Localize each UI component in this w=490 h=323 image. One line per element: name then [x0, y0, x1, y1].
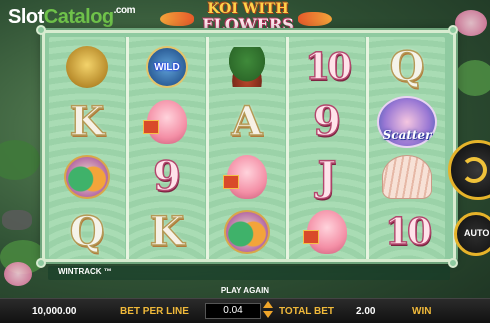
- symbol-10-text: 10: [384, 210, 433, 253]
- symbol-wild: WILD: [129, 39, 205, 94]
- symbol-10: 10: [369, 204, 445, 259]
- auto-play-label: AUTO: [464, 228, 490, 238]
- bet-adjust-arrows: [263, 301, 273, 321]
- symbol-9: 9: [129, 149, 205, 204]
- game-logo-line1: KOI WITH: [207, 1, 289, 17]
- slotcatalog-watermark: SlotCatalog.com: [8, 5, 136, 29]
- background-lilypad: [0, 140, 40, 180]
- lotus-bud-icon: [303, 209, 347, 254]
- background-lilypad: [455, 60, 490, 96]
- reel-3: A: [209, 37, 285, 259]
- symbol-9-text: 9: [312, 97, 341, 145]
- symbol-k-text: K: [69, 97, 105, 145]
- bet-per-line-label: BET PER LINE: [120, 306, 189, 317]
- symbol-scatter: Scatter: [369, 94, 445, 149]
- bet-increase-icon[interactable]: [263, 301, 273, 308]
- fan-shell-icon: [382, 154, 432, 199]
- reel-separator: [126, 37, 129, 259]
- wintrack-bar[interactable]: WINTRACK ™: [48, 266, 450, 280]
- love-birds-icon: [224, 209, 270, 254]
- symbol-10: 10: [289, 39, 365, 94]
- reel-frame: K Q WILD 9 K A 10 9 J Q Scatter 10: [42, 30, 456, 262]
- symbol-shell: [369, 149, 445, 204]
- watermark-part-catalog: Catalog: [43, 6, 114, 28]
- reel-4: 10 9 J: [289, 37, 365, 259]
- symbol-a-text: A: [231, 97, 263, 145]
- spin-arrow-icon: [461, 157, 487, 183]
- golden-frog-icon: [66, 45, 108, 88]
- watermark-part-com: .com: [113, 5, 136, 16]
- symbol-birds: [209, 204, 285, 259]
- lotus-bud-icon: [223, 154, 267, 199]
- symbol-k: K: [49, 94, 125, 149]
- frame-corner-ornament: [36, 258, 46, 268]
- play-again-message: PLAY AGAIN: [220, 286, 270, 295]
- symbol-9-text: 9: [152, 152, 181, 200]
- wintrack-label: WINTRACK ™: [58, 267, 112, 276]
- reel-separator: [366, 37, 369, 259]
- frame-corner-ornament: [36, 25, 46, 35]
- scatter-flower-icon: Scatter: [377, 95, 437, 148]
- symbol-lotus: [129, 94, 205, 149]
- symbol-k: K: [129, 204, 205, 259]
- bonsai-icon: [224, 46, 270, 87]
- symbol-9: 9: [289, 94, 365, 149]
- reel-5: Q Scatter 10: [369, 37, 445, 259]
- symbol-birds: [49, 149, 125, 204]
- lotus-bud-icon: [143, 99, 187, 144]
- auto-play-button[interactable]: AUTO: [454, 212, 490, 256]
- symbol-10-text: 10: [304, 45, 353, 88]
- symbol-q: Q: [49, 204, 125, 259]
- scatter-label: Scatter: [382, 127, 432, 142]
- bet-per-line-value: 0.04: [205, 303, 261, 319]
- background-lotus-flower: [455, 10, 487, 36]
- total-bet-label: TOTAL BET: [279, 306, 334, 317]
- reel-separator: [206, 37, 209, 259]
- love-birds-icon: [64, 154, 110, 199]
- symbol-k-text: K: [149, 207, 185, 255]
- symbol-lotus: [209, 149, 285, 204]
- balance-value: 10,000.00: [32, 306, 77, 317]
- symbol-q-text: Q: [389, 42, 425, 90]
- reel-1: KQ: [49, 37, 125, 259]
- background-lotus-flower: [4, 262, 32, 286]
- frame-corner-ornament: [448, 25, 458, 35]
- symbol-j-text: J: [317, 152, 337, 200]
- wild-koi-icon: WILD: [146, 45, 188, 88]
- symbol-a: A: [209, 94, 285, 149]
- symbol-bonsai: [209, 39, 285, 94]
- symbol-frog: [49, 39, 125, 94]
- total-bet-value: 2.00: [356, 306, 376, 317]
- symbol-j: J: [289, 149, 365, 204]
- win-label: WIN: [412, 306, 432, 317]
- symbol-q-text: Q: [69, 207, 105, 255]
- wild-label: WILD: [154, 61, 180, 73]
- symbol-q: Q: [369, 39, 445, 94]
- reel-2: WILD 9 K: [129, 37, 205, 259]
- bet-decrease-icon[interactable]: [263, 311, 273, 318]
- symbol-lotus: [289, 204, 365, 259]
- reel-separator: [286, 37, 289, 259]
- background-stone: [2, 210, 32, 230]
